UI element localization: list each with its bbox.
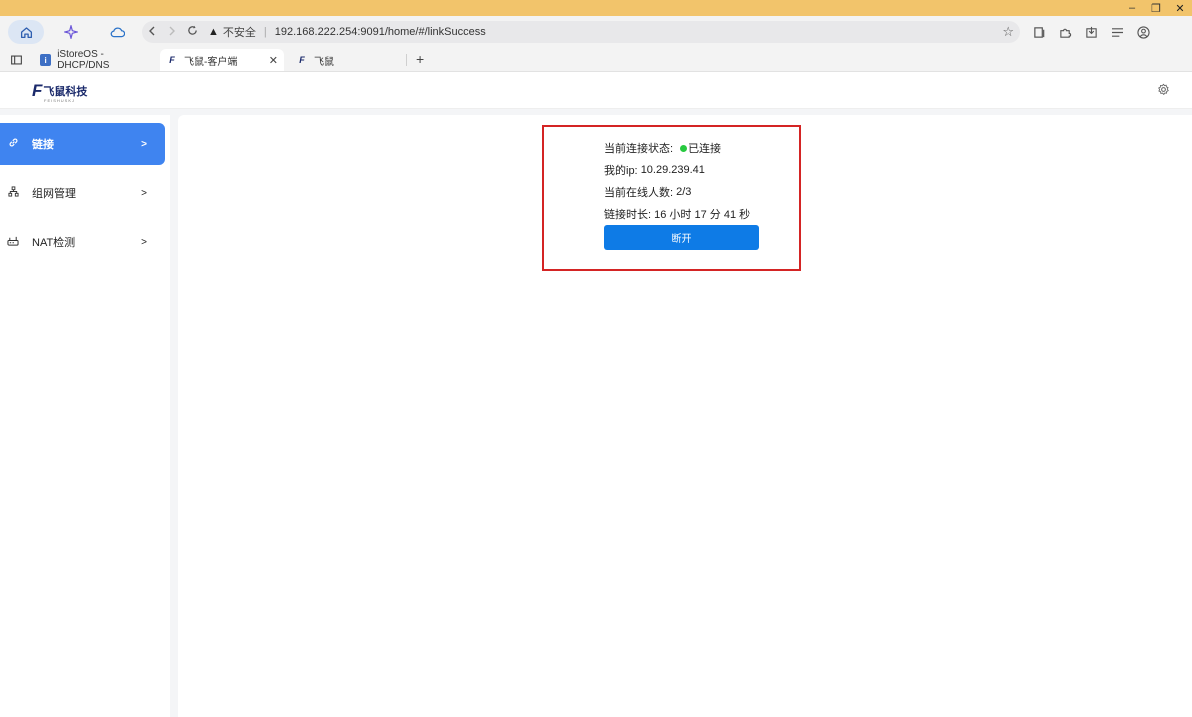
connection-status-value: 已连接 xyxy=(688,143,722,155)
app-header: F 飞鼠科技 FEISHUSKJ xyxy=(0,73,1192,109)
chevron-right-icon: > xyxy=(141,138,147,150)
connection-status-row: 当前连接状态: 已连接 xyxy=(604,137,784,159)
extensions-button[interactable] xyxy=(1052,20,1078,44)
user-circle-icon xyxy=(1136,25,1150,39)
tab-feishu[interactable]: F 飞鼠 xyxy=(290,49,400,71)
sparkle-icon xyxy=(64,25,78,39)
download-button[interactable] xyxy=(1078,20,1104,44)
network-icon xyxy=(6,186,20,200)
router-icon xyxy=(6,235,20,249)
app-logo: F 飞鼠科技 FEISHUSKJ xyxy=(32,81,87,103)
puzzle-icon xyxy=(1059,28,1071,38)
tab-bar: i iStoreOS - DHCP/DNS F 飞鼠-客户端 ✕ F 飞鼠 + xyxy=(0,48,1192,72)
duration-label: 链接时长: xyxy=(604,209,652,221)
gear-icon xyxy=(1157,83,1169,95)
tab-feishu-client[interactable]: F 飞鼠-客户端 ✕ xyxy=(160,49,284,71)
back-arrow-icon xyxy=(149,26,155,36)
tab-label: 飞鼠 xyxy=(314,56,334,68)
profile-button[interactable] xyxy=(1130,20,1156,44)
url-text[interactable]: 192.168.222.254:9091/home/#/linkSuccess xyxy=(275,26,486,38)
forward-button[interactable] xyxy=(162,25,182,39)
home-icon xyxy=(20,26,32,38)
window-controls: – ❐ ✕ xyxy=(1120,0,1192,16)
connection-status-panel: 当前连接状态: 已连接 我的ip: 10.29.239.41 当前在线人数: 2… xyxy=(604,137,784,225)
cloud-button[interactable] xyxy=(104,20,130,44)
cloud-icon xyxy=(110,27,125,38)
disconnect-button[interactable]: 断开 xyxy=(604,225,759,250)
bookmark-star-icon[interactable]: ☆ xyxy=(1002,24,1014,40)
online-count-value: 2/3 xyxy=(676,186,692,198)
logo-f-icon: F xyxy=(32,81,43,100)
sidebar-toggle-button[interactable] xyxy=(8,52,24,68)
toolbar-actions xyxy=(1026,20,1156,44)
url-divider: | xyxy=(263,26,267,38)
connected-dot-icon xyxy=(680,144,688,152)
address-bar[interactable]: ▲ 不安全 | 192.168.222.254:9091/home/#/link… xyxy=(142,21,1020,43)
chevron-right-icon: > xyxy=(141,187,147,199)
list-menu-icon xyxy=(1111,27,1123,37)
close-window-button[interactable]: ✕ xyxy=(1168,0,1192,16)
close-tab-icon[interactable]: ✕ xyxy=(269,54,278,67)
home-button[interactable] xyxy=(8,20,44,44)
reading-mode-button[interactable] xyxy=(1026,20,1052,44)
link-icon xyxy=(6,137,20,151)
sidebar-item-label: NAT检测 xyxy=(32,237,76,249)
browser-toolbar: ▲ 不安全 | 192.168.222.254:9091/home/#/link… xyxy=(0,16,1192,48)
feishu-favicon-icon: F xyxy=(169,55,175,65)
ip-value: 10.29.239.41 xyxy=(640,164,705,176)
reading-mode-icon xyxy=(1033,26,1044,38)
sidebar-item-network-management[interactable]: 组网管理 > xyxy=(0,172,165,214)
forward-arrow-icon xyxy=(169,26,175,36)
sidebar: 链接 > 组网管理 > NAT检测 > xyxy=(0,115,170,717)
sidebar-item-link[interactable]: 链接 > xyxy=(0,123,165,165)
restore-button[interactable]: ❐ xyxy=(1144,0,1168,16)
download-icon xyxy=(1085,26,1097,38)
connection-status-label: 当前连接状态: xyxy=(604,143,674,155)
ip-label: 我的ip: xyxy=(604,165,638,177)
duration-row: 链接时长: 16 小时 17 分 41 秒 xyxy=(604,203,784,225)
ai-assistant-button[interactable] xyxy=(58,20,84,44)
duration-value: 16 小时 17 分 41 秒 xyxy=(654,209,751,221)
feishu-favicon-icon: F xyxy=(299,55,305,65)
warning-icon[interactable]: ▲ xyxy=(208,26,219,38)
ip-row: 我的ip: 10.29.239.41 xyxy=(604,159,784,181)
online-count-row: 当前在线人数: 2/3 xyxy=(604,181,784,203)
back-button[interactable] xyxy=(142,25,162,39)
window-titlebar: – ❐ ✕ xyxy=(0,0,1192,16)
menu-button[interactable] xyxy=(1104,20,1130,44)
sidebar-item-label: 链接 xyxy=(32,139,54,151)
security-status[interactable]: 不安全 xyxy=(223,24,256,40)
reload-icon xyxy=(187,25,197,35)
online-count-label: 当前在线人数: xyxy=(604,187,674,199)
tab-label: iStoreOS - DHCP/DNS xyxy=(57,49,110,71)
sidebar-panel-icon xyxy=(10,55,22,65)
chevron-right-icon: > xyxy=(141,236,147,248)
tab-label: 飞鼠-客户端 xyxy=(184,56,238,68)
tab-istoreos[interactable]: i iStoreOS - DHCP/DNS xyxy=(34,49,158,71)
istoreos-favicon-icon: i xyxy=(40,54,52,66)
minimize-button[interactable]: – xyxy=(1120,0,1144,16)
new-tab-button[interactable]: + xyxy=(416,51,424,67)
tab-divider xyxy=(406,54,407,66)
logo-subtext: FEISHUSKJ xyxy=(44,98,76,103)
sidebar-item-label: 组网管理 xyxy=(32,188,76,200)
reload-button[interactable] xyxy=(182,25,202,39)
sidebar-item-nat-detection[interactable]: NAT检测 > xyxy=(0,221,165,263)
settings-button[interactable] xyxy=(1155,81,1171,97)
